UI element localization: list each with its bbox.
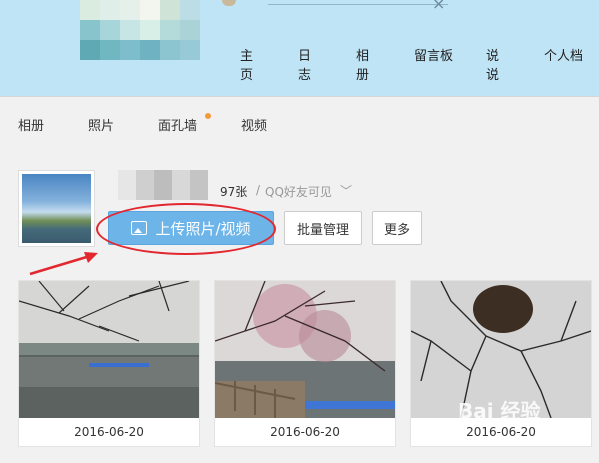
nav-profile[interactable]: 个人档 (544, 45, 583, 64)
divider (268, 4, 448, 5)
nav-blog[interactable]: 日志 (298, 45, 311, 83)
photo-date: 2016-06-20 (74, 425, 144, 439)
tab-albums[interactable]: 相册 (18, 115, 44, 134)
batch-manage-button[interactable]: 批量管理 (284, 211, 362, 245)
new-dot-badge (205, 113, 211, 119)
photo-card[interactable]: 2016-06-20 (214, 280, 396, 447)
photo-count: 97张 (220, 185, 248, 199)
image-icon (131, 221, 148, 235)
more-button[interactable]: 更多 (372, 211, 422, 245)
photo-card[interactable]: 2016-06-20 (18, 280, 200, 447)
close-icon[interactable]: × (432, 0, 445, 13)
album-cover[interactable] (18, 170, 95, 247)
nav-home[interactable]: 主页 (240, 45, 253, 83)
badge-icon (222, 0, 236, 6)
baidu-watermark: Bai 经验 (458, 399, 541, 423)
upload-button-label: 上传照片/视频 (155, 219, 251, 238)
tab-photos[interactable]: 照片 (88, 115, 114, 134)
visibility-label[interactable]: QQ好友可见 (265, 183, 332, 200)
nav-guestbook[interactable]: 留言板 (414, 45, 453, 64)
photo-date: 2016-06-20 (270, 425, 340, 439)
tab-videos[interactable]: 视频 (241, 115, 267, 134)
avatar[interactable] (80, 0, 200, 60)
pointer-arrow-icon (29, 252, 98, 276)
nav-album[interactable]: 相册 (356, 45, 369, 83)
chevron-down-icon[interactable]: ﹀ (340, 182, 352, 199)
tab-face-wall[interactable]: 面孔墙 (158, 115, 197, 134)
upload-button[interactable]: 上传照片/视频 (108, 211, 274, 245)
nav-shuoshuo[interactable]: 说说 (486, 45, 499, 83)
separator: / (256, 183, 261, 197)
album-name-mosaic (118, 170, 208, 200)
photo-thumbnail[interactable] (19, 281, 199, 418)
profile-header: × 主页 日志 相册 留言板 说说 个人档 (0, 0, 599, 97)
photo-thumbnail[interactable] (215, 281, 395, 418)
